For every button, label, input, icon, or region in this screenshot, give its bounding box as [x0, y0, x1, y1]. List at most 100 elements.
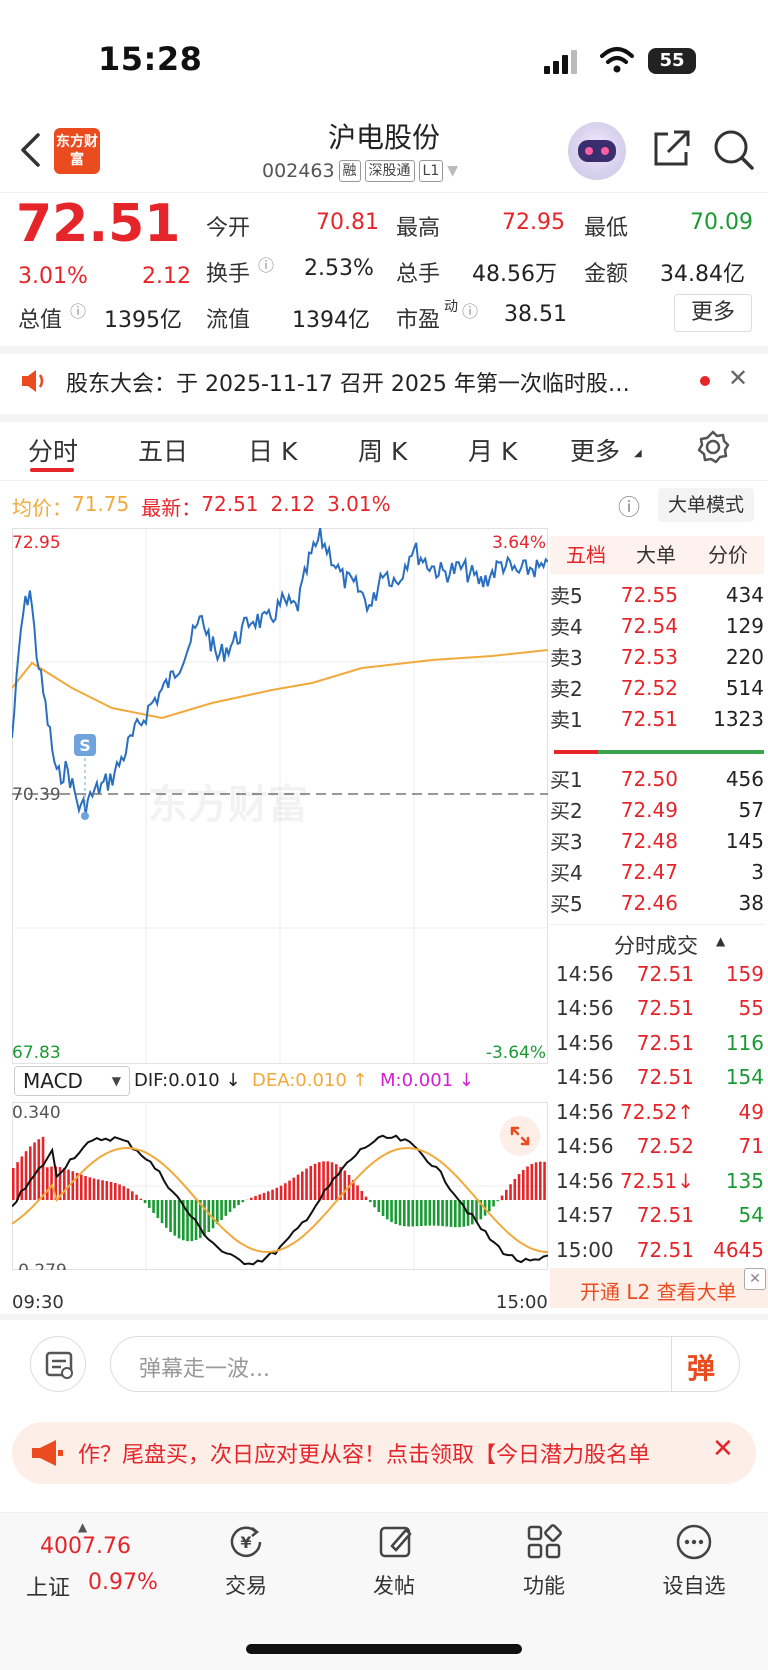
tab-five-levels[interactable]: 五档	[566, 536, 606, 574]
macd-bar	[126, 1188, 130, 1200]
macd-top-label: 0.340	[12, 1103, 61, 1123]
macd-bar	[63, 1168, 66, 1200]
trade-row[interactable]: 14:56 72.51 116	[556, 1025, 764, 1060]
ask-level-row[interactable]: 卖2 72.52 514	[550, 671, 764, 704]
expand-icon[interactable]	[500, 1116, 540, 1156]
tab-intraday[interactable]: 分时	[28, 432, 78, 468]
bid-level-volume: 145	[725, 828, 764, 853]
index-name[interactable]: 上证	[26, 1570, 70, 1602]
volume-label: 总手	[396, 262, 441, 287]
index-value[interactable]: 4007.76	[40, 1534, 131, 1559]
high-value: 72.95	[502, 210, 565, 235]
info-icon[interactable]: ⓘ	[70, 298, 86, 322]
trade-row[interactable]: 14:56 72.51 55	[556, 991, 764, 1026]
search-icon[interactable]	[712, 128, 756, 172]
announcement-bar[interactable]: 股东大会：于 2025-11-17 召开 2025 年第一次临时股… ✕	[0, 350, 768, 414]
more-dots-icon[interactable]	[674, 1522, 714, 1562]
settings-gear-icon[interactable]	[696, 430, 730, 464]
watermark: 东方财富	[148, 782, 308, 828]
open-l2-link[interactable]: 开通 L2 查看大单	[580, 1276, 737, 1305]
macd-bar	[258, 1194, 262, 1200]
bid-level-row[interactable]: 买3 72.48 145	[550, 824, 764, 857]
trade-row[interactable]: 14:57 72.51 54	[556, 1198, 764, 1233]
tab-monthly-k[interactable]: 月 K	[468, 432, 517, 468]
macd-bar	[24, 1151, 28, 1200]
macd-bar	[394, 1200, 398, 1225]
latest-change: 2.12	[270, 492, 316, 516]
bid-level-label: 买2	[550, 799, 583, 823]
ask-level-row[interactable]: 卖4 72.54 129	[550, 609, 764, 642]
macd-chart[interactable]: 0.340 -0.279	[12, 1102, 548, 1270]
bid-level-row[interactable]: 买2 72.49 57	[550, 793, 764, 826]
help-icon[interactable]: ⓘ	[618, 490, 640, 522]
tab-weekly-k[interactable]: 周 K	[358, 432, 407, 468]
trade-row[interactable]: 14:56 72.51 159	[556, 956, 764, 991]
functions-icon[interactable]	[524, 1522, 564, 1562]
tab-add-watchlist[interactable]: 设自选	[634, 1570, 754, 1600]
bid-ask-ratio-bar	[598, 750, 764, 754]
macd-bar	[254, 1195, 257, 1200]
change-amount: 2.12	[142, 264, 191, 289]
post-icon[interactable]	[376, 1522, 416, 1562]
pe-value: 38.51	[504, 302, 567, 327]
macd-bar	[292, 1177, 296, 1200]
info-icon[interactable]: ⓘ	[258, 252, 274, 276]
macd-bar	[326, 1161, 330, 1200]
y-pre-close-label: 70.39	[12, 785, 61, 805]
tab-trade[interactable]: 交易	[186, 1570, 306, 1600]
close-icon[interactable]: ✕	[744, 1268, 766, 1290]
trade-volume: 4645	[713, 1237, 764, 1262]
bid-level-label: 买5	[550, 892, 583, 916]
info-icon[interactable]: ⓘ	[462, 298, 478, 322]
bid-level-row[interactable]: 买1 72.50 456	[550, 762, 764, 795]
indicator-selector[interactable]: MACD ▼	[14, 1066, 130, 1096]
caret-down-icon: ▼	[111, 1074, 121, 1088]
caret-down-icon: ◢	[634, 448, 642, 459]
tab-post[interactable]: 发帖	[334, 1570, 454, 1600]
close-icon[interactable]: ✕	[712, 1434, 734, 1464]
tab-big-orders[interactable]: 大单	[636, 536, 676, 574]
tab-five-day[interactable]: 五日	[138, 432, 188, 468]
trade-row[interactable]: 14:56 72.52 71	[556, 1129, 764, 1164]
send-danmaku-button[interactable]: 弹	[687, 1347, 715, 1387]
more-quote-button[interactable]: 更多	[674, 294, 752, 332]
trade-row[interactable]: 14:56 72.52↑ 49	[556, 1094, 764, 1129]
tab-daily-k[interactable]: 日 K	[248, 432, 297, 468]
ask-level-price: 72.55	[620, 582, 678, 607]
ask-level-row[interactable]: 卖5 72.55 434	[550, 578, 764, 611]
bid-level-price: 72.50	[620, 766, 678, 791]
big-order-mode-button[interactable]: 大单模式	[658, 488, 754, 522]
turnover-label: 换手	[206, 262, 251, 287]
macd-bar	[228, 1200, 232, 1212]
trade-row[interactable]: 14:56 72.51↓ 135	[556, 1163, 764, 1198]
danmaku-input[interactable]: 弹幕走一波... 弹	[110, 1336, 740, 1392]
macd-bar	[509, 1184, 512, 1200]
tab-more[interactable]: 更多	[570, 432, 620, 468]
comment-list-icon[interactable]	[30, 1336, 86, 1392]
bid-level-row[interactable]: 买4 72.47 3	[550, 855, 764, 888]
share-icon[interactable]	[650, 128, 692, 170]
trade-row[interactable]: 14:56 72.51 154	[556, 1060, 764, 1095]
close-icon[interactable]: ✕	[728, 364, 748, 392]
tab-functions[interactable]: 功能	[484, 1570, 604, 1600]
ask-level-row[interactable]: 卖1 72.51 1323	[550, 702, 764, 735]
ask-level-row[interactable]: 卖3 72.53 220	[550, 640, 764, 673]
tab-price-dist[interactable]: 分价	[708, 536, 748, 574]
stock-code-row[interactable]: 002463 融 深股通 L1 ▼	[262, 160, 458, 182]
bid-level-row[interactable]: 买5 72.46 38	[550, 886, 764, 919]
pe-superscript: 动	[444, 299, 458, 315]
assistant-robot-icon[interactable]	[568, 122, 626, 180]
macd-bar	[12, 1168, 15, 1200]
macd-bar	[114, 1183, 117, 1200]
promo-banner[interactable]: 作？尾盘买，次日应对更从容！点击领取【今日潜力股名单 ✕	[12, 1422, 756, 1484]
megaphone-icon	[32, 1440, 63, 1466]
status-time: 15:28	[98, 40, 203, 78]
intraday-chart[interactable]: 东方财富 S 72.95 70.39 67.83 3.64% -3.64%	[12, 528, 548, 1064]
trade-icon[interactable]: ¥	[226, 1522, 266, 1562]
trade-row[interactable]: 15:00 72.51 4645	[556, 1232, 764, 1267]
macd-bar	[530, 1163, 534, 1200]
macd-bar	[492, 1200, 495, 1207]
index-pct[interactable]: 0.97%	[88, 1570, 158, 1595]
macd-bar	[160, 1200, 164, 1224]
macd-bar	[377, 1200, 381, 1212]
